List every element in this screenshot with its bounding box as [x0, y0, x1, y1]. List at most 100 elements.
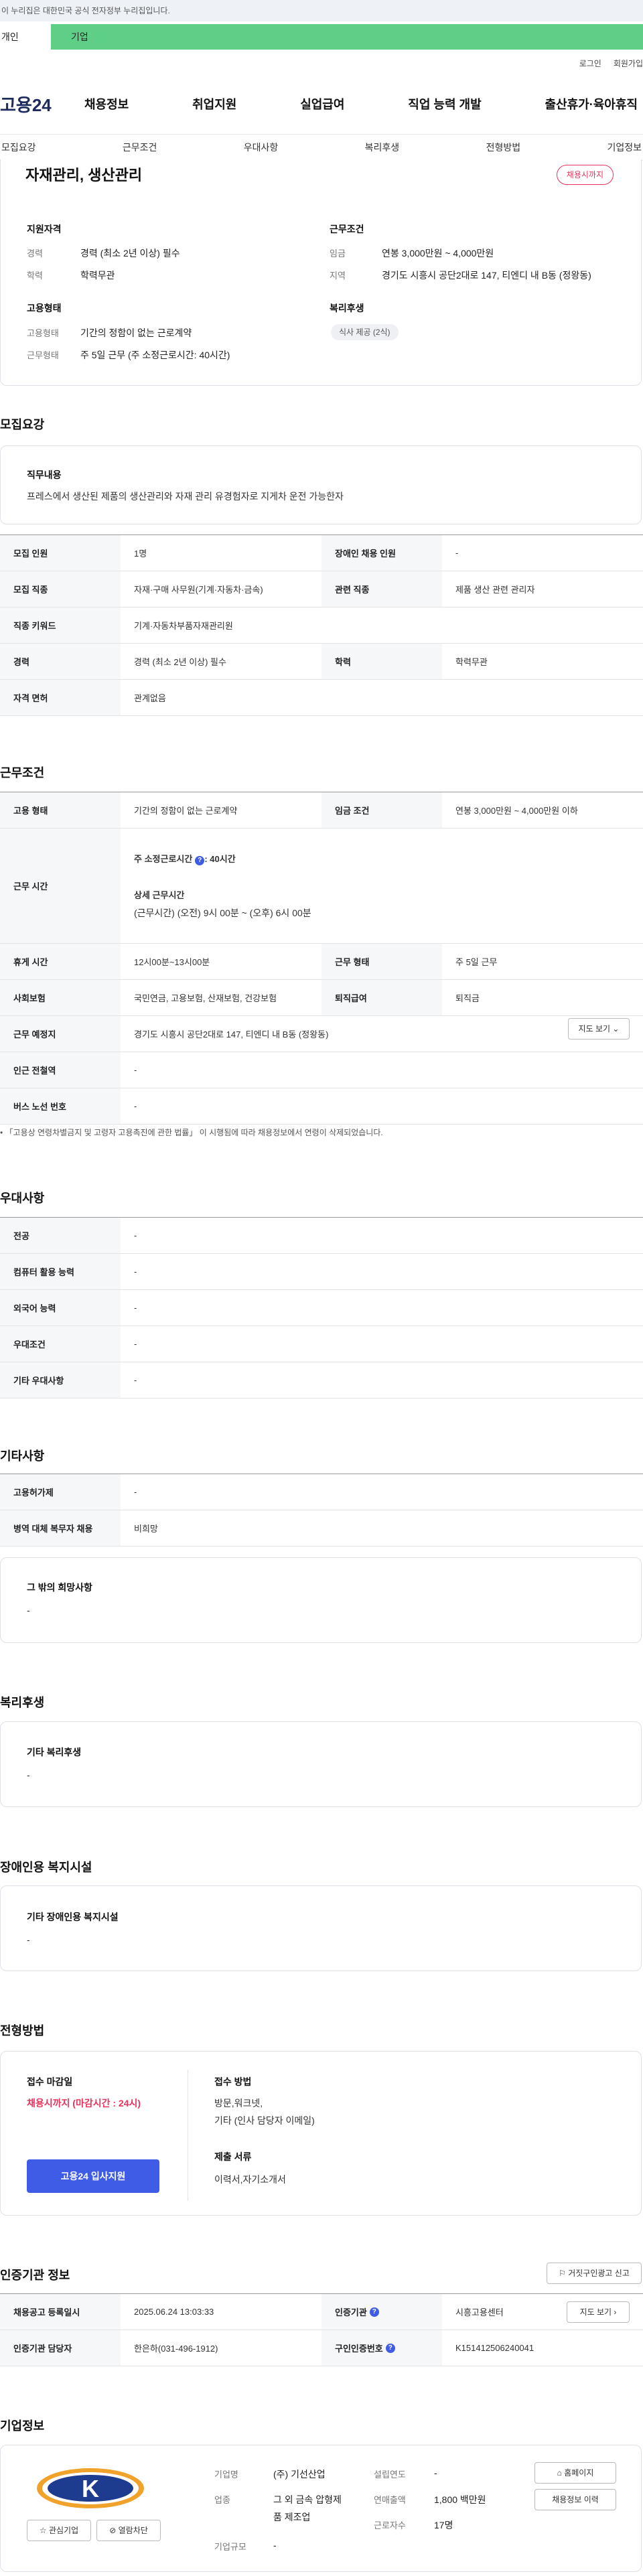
deadline-value: 채용시까지 (마감시간 : 24시)	[27, 2098, 141, 2108]
tab-company[interactable]: 기업정보	[607, 141, 642, 154]
work-table: 고용 형태 기간의 정함이 없는 근로계약 임금 조건 연봉 3,000만원 ~…	[0, 792, 643, 1125]
gnb-item-leave[interactable]: 출산휴가·육아휴직	[545, 95, 638, 113]
row-key: 임금 조건	[322, 792, 442, 828]
login-link[interactable]: 로그인	[579, 58, 601, 69]
table-row: 인근 전철역 -	[0, 1052, 643, 1088]
row-value: -	[134, 1303, 137, 1313]
report-button-label: 거짓구인광고 신고	[568, 2269, 630, 2278]
gnb-item-jobs[interactable]: 채용정보	[84, 95, 129, 113]
edu-key: 학력	[27, 271, 43, 281]
info-icon[interactable]: ?	[369, 2307, 379, 2317]
row-key: 퇴직급여	[322, 980, 442, 1015]
tab-welfare[interactable]: 복리후생	[365, 141, 400, 154]
pref-table: 전공 - 컴퓨터 활용 능력 - 외국어 능력 - 우대조건 - 기타 우대사항…	[0, 1217, 643, 1399]
row-key: 자격 면허	[0, 680, 121, 715]
cert-map-button[interactable]: 지도 보기 ›	[567, 2301, 630, 2323]
qual-heading: 지원자격	[27, 224, 62, 234]
table-row: 경력 경력 (최소 2년 이상) 필수 학력 학력무관	[0, 644, 643, 680]
row-key: 인증기관?	[322, 2294, 442, 2330]
cert-org-key: 인증기관	[335, 2307, 367, 2317]
signup-link[interactable]: 회원가입	[614, 58, 643, 69]
disabled-box-heading: 기타 장애인용 복지시설	[27, 1912, 119, 1922]
homepage-button[interactable]: ⌂ 홈페이지	[534, 2462, 616, 2484]
tab-preference[interactable]: 우대사항	[244, 141, 279, 154]
row-value: 비희망	[134, 1524, 158, 1534]
welfare-box-heading: 기타 복리후생	[27, 1747, 82, 1758]
favorite-company-button[interactable]: ☆ 관심기업	[27, 2520, 91, 2541]
chevron-down-icon: ⌄	[612, 1024, 620, 1033]
table-row: 모집 직종 자재·구매 사무원(기계·자동차·금속) 관련 직종 제품 생산 관…	[0, 571, 643, 607]
row-key: 외국어 능력	[0, 1290, 121, 1326]
table-row: 직종 키워드 기계·자동차부품자재관리원	[0, 607, 643, 644]
apply-button[interactable]: 고용24 입사지원	[27, 2159, 159, 2193]
table-row: 근무 예정지 경기도 시흥시 공단2대로 147, 티엔디 내 B동 (정왕동)	[0, 1016, 643, 1052]
row-key: 채용공고 등록일시	[0, 2294, 121, 2330]
section-title-disabled: 장애인용 복지시설	[0, 1861, 92, 1874]
gnb-item-support[interactable]: 취업지원	[192, 95, 236, 113]
company-name-key: 기업명	[214, 2470, 238, 2480]
info-icon[interactable]: ?	[385, 2343, 395, 2353]
cert-num-key: 구인인증번호	[335, 2344, 383, 2354]
row-value: 경기도 시흥시 공단2대로 147, 티엔디 내 B동 (정왕동)	[134, 1029, 329, 1040]
tab-conditions[interactable]: 근무조건	[123, 141, 157, 154]
section-title-selection: 전형방법	[0, 2024, 45, 2037]
emp-value: 기간의 정함이 없는 근로계약	[80, 328, 192, 338]
row-value: 한은하(031-496-1912)	[134, 2344, 218, 2354]
site-logo[interactable]: 고용24	[0, 92, 84, 117]
method-heading: 접수 방법	[214, 2076, 252, 2087]
industry-value-1: 그 외 금속 압형제	[273, 2494, 342, 2505]
table-row: 고용 형태 기간의 정함이 없는 근로계약 임금 조건 연봉 3,000만원 ~…	[0, 792, 643, 829]
sales-value: 1,800 백만원	[434, 2494, 486, 2505]
map-button-label: 지도 보기	[578, 1024, 611, 1033]
tab-personal[interactable]: 개인	[0, 24, 51, 50]
row-key: 고용허가제	[0, 1474, 121, 1510]
table-row: 병역 대체 복무자 채용 비희망	[0, 1510, 643, 1547]
career-key: 경력	[27, 248, 43, 259]
table-row: 채용공고 등록일시 2025.06.24 13:03:33 인증기관? 시흥고용…	[0, 2294, 643, 2330]
gnb-item-training[interactable]: 직업 능력 개발	[408, 95, 481, 113]
row-value: -	[134, 1487, 137, 1497]
row-key: 인증기관 담당자	[0, 2330, 121, 2366]
row-value: 국민연금, 고용보험, 산재보험, 건강보험	[134, 993, 277, 1003]
hours-key: 근무형태	[27, 350, 59, 360]
job-history-label: 채용정보 이력	[552, 2495, 599, 2504]
row-value: -	[134, 1375, 137, 1385]
row-key: 근무 예정지	[0, 1016, 121, 1052]
row-key: 모집 인원	[0, 535, 121, 571]
job-title: 자재관리, 생산관리	[25, 167, 143, 184]
info-icon[interactable]: ?	[195, 856, 205, 865]
report-button[interactable]: ⚐ 거짓구인광고 신고	[547, 2263, 642, 2284]
block-view-button[interactable]: ⊘ 열람차단	[96, 2520, 161, 2541]
tab-recruit[interactable]: 모집요강	[1, 141, 36, 154]
section-title-company: 기업정보	[0, 2419, 45, 2433]
work-time-cell: 주 소정근로시간?: 40시간 상세 근무시간 (근무시간) (오전) 9시 0…	[121, 829, 643, 943]
tab-selection[interactable]: 전형방법	[486, 141, 521, 154]
founded-value: -	[434, 2467, 437, 2478]
section-tabs: 모집요강 근무조건 우대사항 복리후생 전형방법 기업정보	[0, 134, 643, 161]
global-nav: 고용24 채용정보 취업지원 실업급여 직업 능력 개발 출산휴가·육아휴직	[0, 87, 643, 121]
row-value: 1명	[134, 549, 147, 559]
row-value: -	[134, 1230, 137, 1240]
row-value: -	[134, 1101, 137, 1111]
row-value: 경력 (최소 2년 이상) 필수	[134, 657, 226, 667]
tab-company[interactable]: 기업	[51, 24, 643, 50]
detail-hours-heading: 상세 근무시간	[134, 890, 185, 900]
row-value: 기계·자동차부품자재관리원	[134, 621, 233, 631]
etc-box	[0, 1557, 642, 1643]
row-key: 장애인 채용 인원	[322, 535, 442, 571]
star-icon: ☆	[39, 2526, 47, 2535]
method-value-1: 방문,워크넷,	[214, 2098, 263, 2108]
row-key: 직종 키워드	[0, 607, 121, 643]
gnb-item-benefits[interactable]: 실업급여	[300, 95, 344, 113]
favorite-label: 관심기업	[48, 2526, 79, 2535]
founded-key: 설립연도	[374, 2470, 406, 2480]
table-row: 인증기관 담당자 한은하(031-496-1912) 구인인증번호? K1514…	[0, 2330, 643, 2366]
cert-table: 채용공고 등록일시 2025.06.24 13:03:33 인증기관? 시흥고용…	[0, 2293, 643, 2366]
duty-heading: 직무내용	[27, 470, 62, 480]
job-history-button[interactable]: 채용정보 이력	[534, 2489, 616, 2510]
map-button[interactable]: 지도 보기 ⌄	[568, 1018, 630, 1040]
cert-map-button-label: 지도 보기	[579, 2307, 612, 2317]
welfare-box	[0, 1721, 642, 1807]
row-key: 모집 직종	[0, 571, 121, 607]
table-row: 자격 면허 관계없음	[0, 680, 643, 716]
